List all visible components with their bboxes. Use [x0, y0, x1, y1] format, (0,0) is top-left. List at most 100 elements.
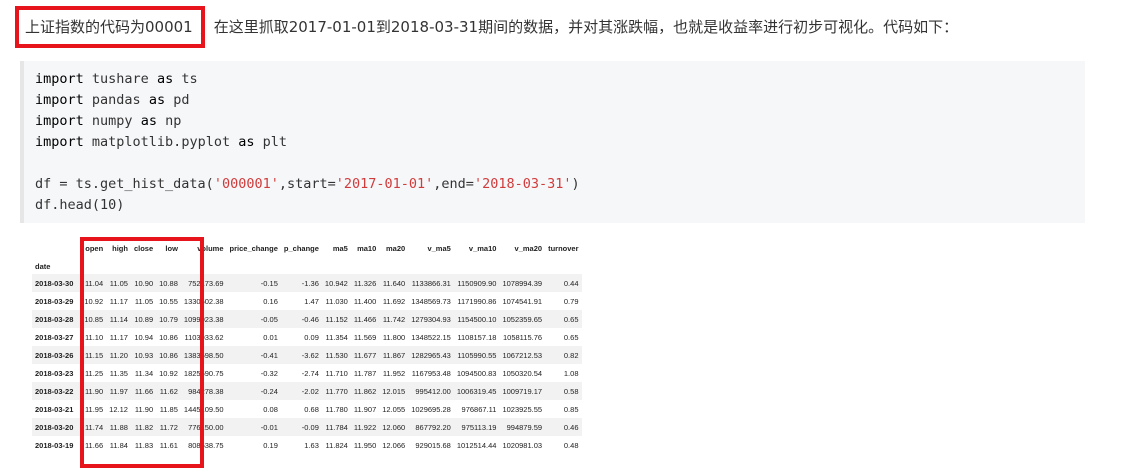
table-cell: 12.055: [382, 404, 406, 414]
column-header-volume: volume: [197, 243, 224, 253]
column-header-v-ma10: v_ma10: [468, 243, 497, 253]
table-cell: 11.466: [353, 314, 377, 324]
table-cell: 11.400: [353, 296, 377, 306]
table-cell: 11.950: [353, 440, 377, 450]
table-cell: 1.47: [304, 296, 319, 306]
table-cell: 12.066: [382, 440, 406, 450]
table-cell: 10.94: [134, 332, 154, 342]
row-date: 2018-03-29: [35, 296, 74, 306]
table-cell: 11.90: [134, 404, 154, 414]
column-header-v-ma20: v_ma20: [514, 243, 543, 253]
code-line: import tushare as ts: [35, 71, 198, 87]
column-header-row: open high close low volume price_change p_chan…: [32, 237, 582, 259]
table-cell: -0.32: [260, 368, 278, 378]
code-line: import numpy as np: [35, 113, 182, 129]
table-cell: 1348569.73: [411, 296, 451, 306]
table-cell: 10.79: [159, 314, 178, 324]
table-cell: 11.710: [325, 368, 348, 378]
table-cell: 10.90: [134, 278, 154, 288]
highlighted-index-code: 上证指数的代码为00001: [15, 6, 205, 48]
table-cell: 10.92: [159, 368, 178, 378]
table-cell: 10.92: [84, 296, 104, 306]
table-cell: 0.09: [304, 332, 319, 342]
table-cell: 867792.20: [415, 422, 451, 432]
table-cell: 1067212.53: [502, 350, 543, 360]
row-date: 2018-03-19: [35, 440, 74, 450]
table-cell: -0.24: [260, 386, 278, 396]
table-cell: 11.34: [134, 368, 154, 378]
table-cell: 0.19: [263, 440, 278, 450]
table-cell: 1009719.17: [502, 386, 543, 396]
table-cell: 11.05: [109, 278, 128, 288]
table-cell: 0.01: [263, 332, 278, 342]
table-cell: 11.824: [325, 440, 348, 450]
column-header-close: close: [133, 243, 154, 253]
column-header-ma10: ma10: [357, 243, 377, 253]
index-header-row: date: [32, 259, 582, 274]
table-cell: 11.95: [84, 404, 104, 414]
table-cell: 11.800: [382, 332, 406, 342]
table-cell: 10.85: [84, 314, 104, 324]
table-cell: 11.907: [353, 404, 377, 414]
column-header-v-ma5: v_ma5: [427, 243, 451, 253]
code-line: import matplotlib.pyplot as plt: [35, 134, 287, 150]
table-cell: -3.62: [301, 350, 319, 360]
table-cell: 10.86: [159, 332, 178, 342]
table-cell: 11.66: [134, 386, 154, 396]
row-date: 2018-03-26: [35, 350, 74, 360]
table-cell: 11.692: [382, 296, 406, 306]
table-cell: 1150909.90: [457, 278, 497, 288]
column-header-high: high: [112, 243, 128, 253]
table-cell: 1012514.44: [456, 440, 497, 450]
table-cell: 1099023.38: [183, 314, 224, 324]
table-cell: 11.62: [159, 386, 178, 396]
table-cell: 0.16: [263, 296, 278, 306]
table-cell: 1279304.93: [411, 314, 451, 324]
column-header-ma5: ma5: [332, 243, 348, 253]
table-cell: 0.79: [563, 296, 579, 306]
dataframe-output: open high close low volume price_change p_chan…: [32, 237, 652, 468]
table-cell: 11.66: [84, 440, 104, 450]
table-cell: 0.65: [563, 332, 579, 342]
table-cell: 1825690.75: [183, 368, 224, 378]
table-cell: 11.922: [353, 422, 377, 432]
table-cell: 1006319.45: [456, 386, 497, 396]
table-row: 2018-03-29 10.92 11.17 11.05 10.55 1330602.38…: [32, 292, 582, 310]
table-cell: 1103933.62: [184, 332, 224, 342]
table-cell: -1.36: [301, 278, 319, 288]
table-cell: 808538.75: [188, 440, 224, 450]
table-cell: 0.82: [563, 350, 579, 360]
table-cell: 11.17: [109, 296, 128, 306]
table-cell: 11.04: [84, 278, 104, 288]
table-cell: 1020981.03: [502, 440, 543, 450]
table-cell: 11.10: [84, 332, 104, 342]
row-date: 2018-03-23: [35, 368, 74, 378]
table-cell: -0.01: [260, 422, 278, 432]
table-cell: 0.85: [563, 404, 579, 414]
table-cell: 0.46: [563, 422, 579, 432]
table-cell: 12.12: [109, 404, 128, 414]
table-cell: 1167953.48: [411, 368, 451, 378]
table-cell: 1074541.91: [502, 296, 543, 306]
table-cell: 11.61: [159, 440, 178, 450]
table-cell: 11.25: [84, 368, 104, 378]
table-cell: 11.15: [84, 350, 104, 360]
row-date: 2018-03-22: [35, 386, 74, 396]
table-cell: 1050320.54: [502, 368, 543, 378]
table-cell: 12.060: [382, 422, 406, 432]
table-cell: 0.68: [304, 404, 319, 414]
table-cell: 11.784: [325, 422, 348, 432]
table-cell: 1108157.18: [457, 332, 497, 342]
table-cell: -0.15: [260, 278, 278, 288]
table-cell: -0.09: [301, 422, 319, 432]
table-row: 2018-03-26 11.15 11.20 10.93 10.86 1383598.50…: [32, 346, 582, 364]
table-cell: 11.326: [353, 278, 377, 288]
table-cell: 1.08: [563, 368, 579, 378]
table-cell: -0.46: [301, 314, 319, 324]
table-cell: 776150.00: [188, 422, 224, 432]
table-cell: 995412.00: [415, 386, 451, 396]
table-cell: 11.867: [382, 350, 406, 360]
table-cell: 11.35: [109, 368, 128, 378]
column-header-price-change: price_change: [229, 243, 278, 253]
